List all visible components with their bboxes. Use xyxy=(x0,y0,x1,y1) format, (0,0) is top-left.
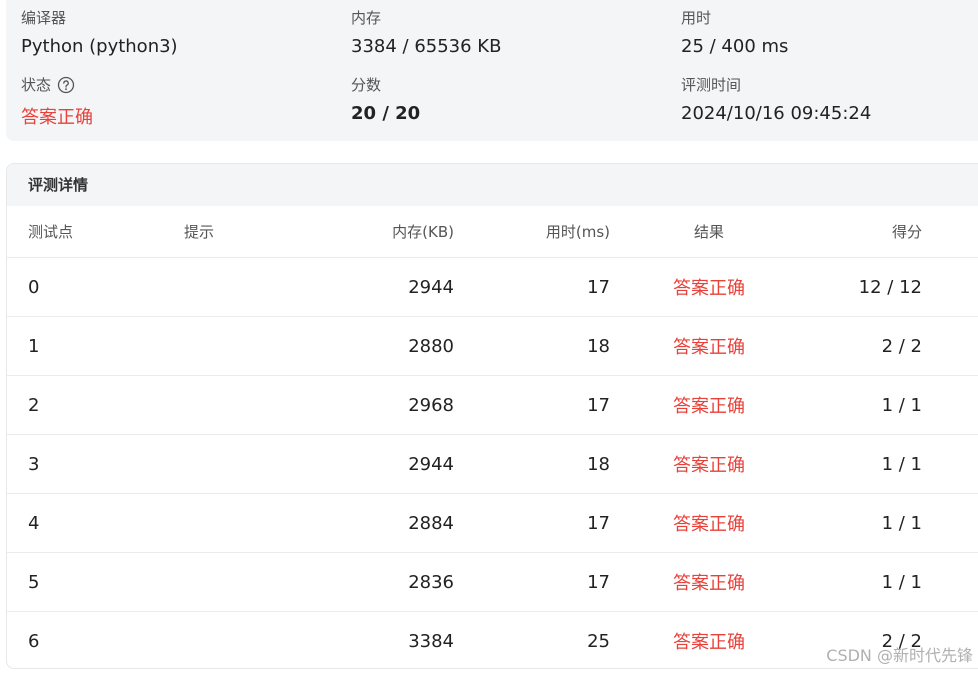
testcase-time: 17 xyxy=(587,276,610,298)
column-header-hint: 提示 xyxy=(184,223,215,241)
memory-label: 内存 xyxy=(351,9,382,27)
time-label: 用时 xyxy=(681,9,712,27)
testcase-result: 答案正确 xyxy=(673,455,745,476)
status-value: 答案正确 xyxy=(21,107,93,128)
table-header: 测试点 提示 内存(KB) 用时(ms) 结果 得分 xyxy=(7,206,978,258)
submission-summary: 编译器 Python (python3) 内存 3384 / 65536 KB … xyxy=(6,0,978,141)
table-row: 3 2944 18 答案正确 1 / 1 xyxy=(7,435,978,494)
testcase-id: 4 xyxy=(28,512,40,534)
testcase-score: 1 / 1 xyxy=(881,453,922,475)
column-header-time: 用时(ms) xyxy=(545,223,610,241)
question-circle-icon[interactable] xyxy=(57,76,75,99)
testcase-time: 18 xyxy=(587,335,610,357)
compiler-value: Python (python3) xyxy=(21,36,178,57)
results-table: 测试点 提示 内存(KB) 用时(ms) 结果 得分 0 2944 17 答案正… xyxy=(7,206,978,668)
testcase-memory: 2944 xyxy=(408,453,454,475)
column-header-testcase: 测试点 xyxy=(28,223,74,241)
testcase-score: 1 / 1 xyxy=(881,394,922,416)
testcase-result: 答案正确 xyxy=(673,396,745,417)
testcase-result: 答案正确 xyxy=(673,337,745,358)
column-header-score: 得分 xyxy=(891,223,922,241)
details-title: 评测详情 xyxy=(7,164,978,206)
testcase-memory: 2836 xyxy=(408,571,454,593)
table-row: 0 2944 17 答案正确 12 / 12 xyxy=(7,258,978,317)
judge-time-value: 2024/10/16 09:45:24 xyxy=(681,103,872,124)
testcase-time: 18 xyxy=(587,453,610,475)
table-row: 1 2880 18 答案正确 2 / 2 xyxy=(7,317,978,376)
testcase-id: 2 xyxy=(28,394,40,416)
testcase-time: 17 xyxy=(587,512,610,534)
testcase-id: 6 xyxy=(28,630,40,652)
testcase-score: 1 / 1 xyxy=(881,512,922,534)
testcase-result: 答案正确 xyxy=(673,573,745,594)
time-value: 25 / 400 ms xyxy=(681,36,789,57)
testcase-id: 3 xyxy=(28,453,40,475)
judge-time-label: 评测时间 xyxy=(681,76,742,94)
testcase-score: 1 / 1 xyxy=(881,571,922,593)
score-field: 分数 20 / 20 xyxy=(351,75,420,126)
judge-time-field: 评测时间 2024/10/16 09:45:24 xyxy=(681,75,871,126)
testcase-score: 2 / 2 xyxy=(881,335,922,357)
table-row: 2 2968 17 答案正确 1 / 1 xyxy=(7,376,978,435)
status-label-row: 状态 xyxy=(21,75,93,99)
table-row: 4 2884 17 答案正确 1 / 1 xyxy=(7,494,978,553)
testcase-memory: 2944 xyxy=(408,276,454,298)
status-label: 状态 xyxy=(21,76,52,94)
watermark: CSDN @新时代先锋 xyxy=(826,646,973,665)
testcase-result: 答案正确 xyxy=(673,514,745,535)
compiler-field: 编译器 Python (python3) xyxy=(21,8,178,59)
status-field: 状态 答案正确 xyxy=(21,75,93,130)
score-label: 分数 xyxy=(351,76,382,94)
column-header-result: 结果 xyxy=(693,223,724,241)
memory-field: 内存 3384 / 65536 KB xyxy=(351,8,501,59)
column-header-memory: 内存(KB) xyxy=(392,223,454,241)
time-field: 用时 25 / 400 ms xyxy=(681,8,788,59)
testcase-memory: 3384 xyxy=(408,630,454,652)
testcase-result: 答案正确 xyxy=(673,278,745,299)
testcase-memory: 2880 xyxy=(408,335,454,357)
testcase-id: 5 xyxy=(28,571,40,593)
testcase-time: 17 xyxy=(587,394,610,416)
judge-details-panel: 评测详情 测试点 提示 内存(KB) 用时(ms) 结果 得分 0 2944 1… xyxy=(6,163,978,669)
score-value: 20 / 20 xyxy=(351,103,421,124)
testcase-id: 0 xyxy=(28,276,40,298)
compiler-label: 编译器 xyxy=(21,9,67,27)
testcase-score: 12 / 12 xyxy=(858,276,922,298)
testcase-id: 1 xyxy=(28,335,40,357)
table-row: 5 2836 17 答案正确 1 / 1 xyxy=(7,553,978,612)
testcase-memory: 2884 xyxy=(408,512,454,534)
testcase-result: 答案正确 xyxy=(673,632,745,653)
memory-value: 3384 / 65536 KB xyxy=(351,36,502,57)
testcase-memory: 2968 xyxy=(408,394,454,416)
testcase-time: 25 xyxy=(587,630,610,652)
testcase-time: 17 xyxy=(587,571,610,593)
